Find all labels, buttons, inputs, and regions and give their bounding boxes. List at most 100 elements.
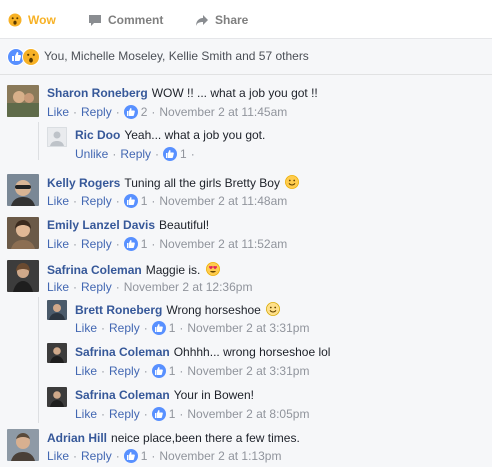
avatar[interactable] bbox=[47, 343, 67, 363]
thumbs-up-icon bbox=[123, 449, 138, 463]
like-count-value: 1 bbox=[168, 364, 176, 378]
avatar[interactable] bbox=[47, 300, 67, 320]
comment-body: Ohhhh... wrong horseshoe lol bbox=[173, 345, 331, 359]
reactions-summary-text[interactable]: You, Michelle Moseley, Kellie Smith and … bbox=[44, 49, 309, 63]
comment-author[interactable]: Brett Roneberg bbox=[75, 303, 162, 317]
comment-meta: Unlike · Reply · 1 · bbox=[75, 147, 195, 161]
like-link[interactable]: Like bbox=[75, 364, 97, 378]
like-count[interactable]: 1 bbox=[151, 364, 176, 378]
avatar[interactable] bbox=[47, 387, 67, 407]
reply-link[interactable]: Reply bbox=[120, 147, 151, 161]
reply-link[interactable]: Reply bbox=[81, 280, 112, 294]
like-link[interactable]: Like bbox=[47, 237, 69, 251]
like-link[interactable]: Like bbox=[47, 105, 69, 119]
comment-button[interactable]: Comment bbox=[88, 11, 163, 29]
like-count[interactable]: 1 bbox=[123, 449, 147, 463]
reply-link[interactable]: Reply bbox=[109, 364, 140, 378]
wow-face-icon bbox=[8, 13, 22, 27]
reactions-summary[interactable]: You, Michelle Moseley, Kellie Smith and … bbox=[0, 39, 492, 75]
comment-text: Kelly Rogers Tuning all the girls Bretty … bbox=[47, 175, 300, 190]
comment-text: Brett Roneberg Wrong horseshoe bbox=[75, 302, 281, 317]
smile-emoji-icon bbox=[266, 302, 281, 316]
post-action-bar: Wow Comment Share bbox=[0, 0, 492, 39]
comment-author[interactable]: Kelly Rogers bbox=[47, 176, 120, 190]
like-count-value: 1 bbox=[140, 237, 148, 251]
avatar[interactable] bbox=[47, 127, 67, 147]
timestamp[interactable]: November 2 at 3:31pm bbox=[187, 321, 309, 335]
thumbs-up-icon bbox=[151, 321, 166, 335]
thumbs-up-icon bbox=[151, 364, 166, 378]
like-link[interactable]: Like bbox=[47, 449, 69, 463]
comment-author[interactable]: Safrina Coleman bbox=[75, 345, 170, 359]
thumbs-up-icon bbox=[123, 194, 138, 208]
timestamp[interactable]: November 2 at 11:48am bbox=[159, 194, 287, 208]
like-count[interactable]: 1 bbox=[151, 407, 176, 421]
like-count[interactable]: 1 bbox=[163, 147, 187, 161]
thumbs-up-icon bbox=[163, 147, 178, 161]
avatar[interactable] bbox=[7, 85, 39, 117]
comment-author[interactable]: Ric Doo bbox=[75, 128, 120, 142]
reply-link[interactable]: Reply bbox=[81, 237, 112, 251]
heart-eyes-emoji-icon bbox=[205, 262, 220, 276]
like-link[interactable]: Like bbox=[47, 280, 69, 294]
like-count[interactable]: 2 bbox=[123, 105, 148, 119]
comment-text: Safrina Coleman Maggie is. bbox=[47, 262, 220, 277]
avatar[interactable] bbox=[7, 217, 39, 249]
comment-text: Emily Lanzel Davis Beautiful! bbox=[47, 218, 209, 232]
timestamp[interactable]: November 2 at 3:31pm bbox=[187, 364, 309, 378]
reaction-icons bbox=[7, 48, 40, 66]
like-count-value: 2 bbox=[140, 105, 148, 119]
comment-author[interactable]: Safrina Coleman bbox=[75, 388, 170, 402]
share-button[interactable]: Share bbox=[195, 11, 248, 29]
comment-body: WOW !! ... what a job you got !! bbox=[151, 86, 318, 100]
comment-body: Beautiful! bbox=[159, 218, 210, 232]
comment-author[interactable]: Sharon Roneberg bbox=[47, 86, 148, 100]
comment-body: Tuning all the girls Bretty Boy bbox=[124, 176, 280, 190]
meta-separator: · bbox=[190, 147, 195, 161]
like-count-value: 1 bbox=[180, 147, 187, 161]
like-count-value: 1 bbox=[140, 194, 148, 208]
avatar[interactable] bbox=[7, 174, 39, 206]
comment-text: Safrina Coleman Ohhhh... wrong horseshoe … bbox=[75, 345, 330, 359]
comment-bubble-icon bbox=[88, 13, 102, 27]
like-count-value: 1 bbox=[168, 321, 176, 335]
thumbs-up-icon bbox=[123, 105, 138, 119]
share-label: Share bbox=[215, 13, 249, 27]
comment-author[interactable]: Emily Lanzel Davis bbox=[47, 218, 155, 232]
like-link[interactable]: Like bbox=[47, 194, 69, 208]
reply-link[interactable]: Reply bbox=[81, 449, 112, 463]
like-link[interactable]: Like bbox=[75, 321, 97, 335]
reply-thread-line bbox=[38, 122, 39, 160]
comment-author[interactable]: Safrina Coleman bbox=[47, 263, 142, 277]
avatar[interactable] bbox=[7, 260, 39, 292]
comment-meta: Like · Reply · 1 · November 2 at 11:48am bbox=[47, 194, 288, 208]
timestamp[interactable]: November 2 at 8:05pm bbox=[187, 407, 309, 421]
like-count-value: 1 bbox=[168, 407, 176, 421]
reply-thread-line bbox=[38, 297, 39, 423]
comment-text: Ric Doo Yeah... what a job you got. bbox=[75, 128, 265, 142]
like-link[interactable]: Like bbox=[75, 407, 97, 421]
comment-meta: Like · Reply · 2 · November 2 at 11:45am bbox=[47, 105, 288, 119]
like-count[interactable]: 1 bbox=[123, 237, 148, 251]
comment-body: Wrong horseshoe bbox=[166, 303, 261, 317]
timestamp[interactable]: November 2 at 11:52am bbox=[159, 237, 287, 251]
reply-link[interactable]: Reply bbox=[81, 194, 112, 208]
like-count[interactable]: 1 bbox=[123, 194, 148, 208]
comment-text: Adrian Hill neice place,been there a few … bbox=[47, 431, 300, 445]
share-arrow-icon bbox=[195, 13, 209, 27]
wow-reaction-button[interactable]: Wow bbox=[8, 11, 56, 29]
comment-author[interactable]: Adrian Hill bbox=[47, 431, 107, 445]
comment-body: Yeah... what a job you got. bbox=[124, 128, 266, 142]
reply-link[interactable]: Reply bbox=[109, 407, 140, 421]
comment-body: Maggie is. bbox=[145, 263, 201, 277]
timestamp[interactable]: November 2 at 1:13pm bbox=[159, 449, 281, 463]
reply-link[interactable]: Reply bbox=[81, 105, 112, 119]
timestamp[interactable]: November 2 at 12:36pm bbox=[124, 280, 253, 294]
timestamp[interactable]: November 2 at 11:45am bbox=[159, 105, 287, 119]
reply-link[interactable]: Reply bbox=[109, 321, 140, 335]
comment-text: Safrina Coleman Your in Bowen! bbox=[75, 388, 254, 402]
comment-meta: Like · Reply · 1 · November 2 at 1:13pm bbox=[47, 449, 282, 463]
unlike-link[interactable]: Unlike bbox=[75, 147, 108, 161]
avatar[interactable] bbox=[7, 429, 39, 461]
like-count[interactable]: 1 bbox=[151, 321, 176, 335]
